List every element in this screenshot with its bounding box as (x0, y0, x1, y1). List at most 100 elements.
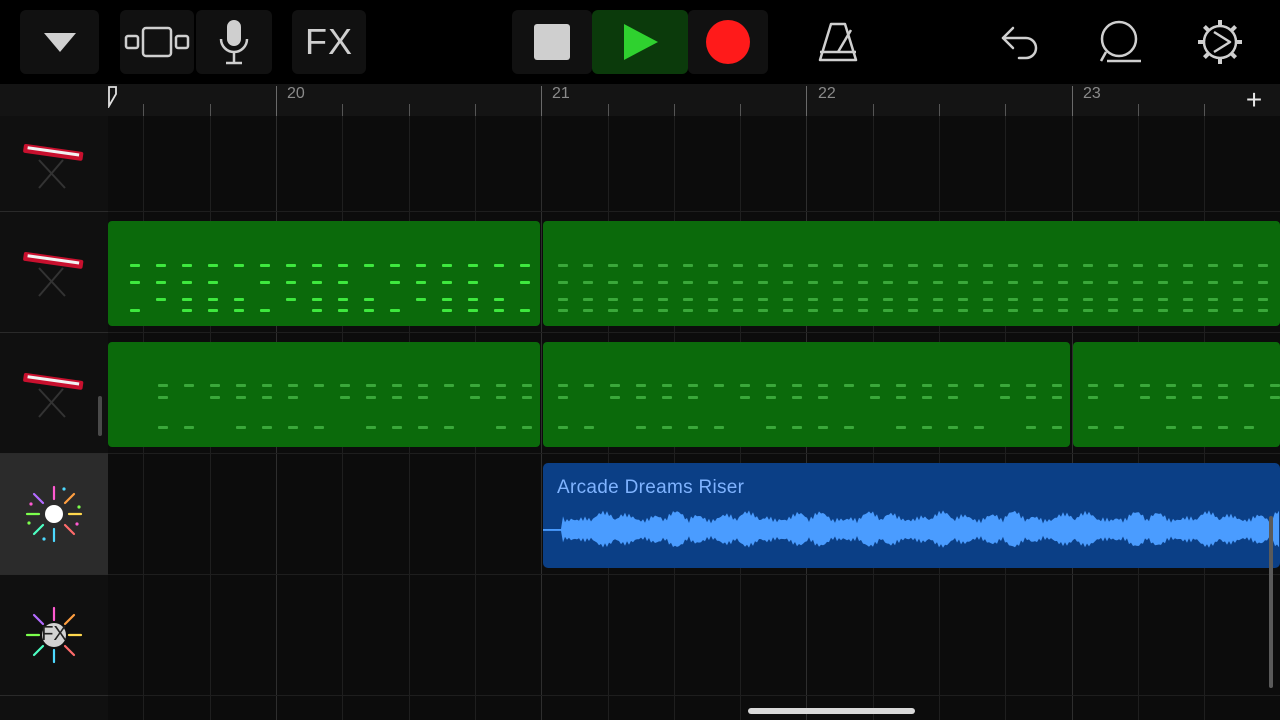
midi-note (818, 426, 828, 429)
ruler-tick (607, 104, 609, 116)
midi-note (1052, 396, 1062, 399)
browser-button[interactable] (120, 10, 194, 74)
midi-note (1166, 384, 1176, 387)
midi-note (1000, 384, 1010, 387)
track-header-keyboard-3[interactable] (0, 333, 108, 454)
midi-note (468, 298, 478, 301)
midi-note (858, 264, 868, 267)
ruler-tick (939, 104, 940, 116)
midi-note (1183, 281, 1193, 284)
midi-note (558, 309, 568, 312)
views-icon (124, 26, 190, 58)
midi-note (1133, 309, 1143, 312)
midi-note (908, 298, 918, 301)
play-button[interactable] (592, 10, 688, 74)
track-header-keyboard-1[interactable] (0, 116, 108, 212)
fx-button[interactable]: FX (292, 10, 366, 74)
settings-button[interactable] (1190, 10, 1250, 74)
midi-note (583, 281, 593, 284)
midi-note (522, 384, 532, 387)
midi-note (1166, 426, 1176, 429)
ruler-tick (474, 104, 476, 116)
midi-region[interactable] (108, 342, 540, 447)
loop-browser-button[interactable] (1090, 10, 1150, 74)
midi-note (808, 264, 818, 267)
tracks-menu-button[interactable] (20, 10, 99, 74)
midi-region[interactable] (543, 342, 1070, 447)
midi-note (1058, 264, 1068, 267)
midi-note (1008, 264, 1018, 267)
midi-note (1008, 281, 1018, 284)
midi-note (1088, 384, 1098, 387)
play-icon (624, 24, 658, 60)
midi-note (608, 309, 618, 312)
midi-note (933, 309, 943, 312)
midi-note (740, 396, 750, 399)
midi-note (158, 384, 168, 387)
midi-note (792, 384, 802, 387)
midi-note (896, 426, 906, 429)
midi-note (758, 281, 768, 284)
undo-button[interactable] (990, 10, 1050, 74)
midi-note (833, 309, 843, 312)
midi-note (584, 426, 594, 429)
midi-note (1008, 309, 1018, 312)
midi-note (662, 384, 672, 387)
add-section-button[interactable]: + (1228, 84, 1280, 116)
midi-note (792, 426, 802, 429)
midi-region[interactable] (108, 221, 540, 326)
midi-note (683, 298, 693, 301)
stop-button[interactable] (512, 10, 592, 74)
midi-note (683, 309, 693, 312)
midi-note (182, 281, 192, 284)
midi-note (688, 384, 698, 387)
midi-note (208, 264, 218, 267)
midi-note (236, 384, 246, 387)
midi-note (658, 264, 668, 267)
track-list-scrollbar[interactable] (98, 396, 102, 436)
midi-note (1258, 281, 1268, 284)
track-header-live-loops[interactable] (0, 454, 108, 575)
metronome-button[interactable] (808, 10, 868, 74)
midi-region[interactable] (1073, 342, 1280, 447)
timeline-ruler[interactable]: 20 21 22 23 (108, 84, 1228, 116)
midi-note (1208, 281, 1218, 284)
tracks-area[interactable]: Arcade Dreams Riser (108, 116, 1280, 720)
audio-region[interactable]: Arcade Dreams Riser (543, 463, 1280, 568)
timeline-scrollbar[interactable] (1269, 516, 1273, 688)
loop-icon (1099, 20, 1141, 63)
track-header-fx[interactable]: FX (0, 575, 108, 696)
midi-note (130, 281, 140, 284)
bar-number: 20 (287, 85, 305, 102)
midi-note (908, 264, 918, 267)
midi-note (683, 281, 693, 284)
midi-note (496, 384, 506, 387)
midi-note (1114, 426, 1124, 429)
microphone-button[interactable] (196, 10, 272, 74)
midi-note (262, 396, 272, 399)
midi-note (1033, 309, 1043, 312)
midi-note (340, 384, 350, 387)
midi-note (983, 281, 993, 284)
midi-note (1026, 384, 1036, 387)
midi-note (688, 396, 698, 399)
midi-note (442, 281, 452, 284)
midi-region[interactable] (543, 221, 1280, 326)
midi-note (1058, 298, 1068, 301)
midi-note (468, 281, 478, 284)
midi-note (338, 298, 348, 301)
midi-note (288, 384, 298, 387)
midi-note (470, 396, 480, 399)
midi-note (608, 298, 618, 301)
midi-note (1158, 309, 1168, 312)
record-button[interactable] (688, 10, 768, 74)
midi-note (733, 264, 743, 267)
midi-note (733, 309, 743, 312)
track-header-keyboard-2[interactable] (0, 212, 108, 333)
midi-note (1133, 298, 1143, 301)
midi-note (442, 309, 452, 312)
midi-note (1083, 309, 1093, 312)
midi-note (312, 264, 322, 267)
midi-note (468, 264, 478, 267)
midi-note (520, 309, 530, 312)
